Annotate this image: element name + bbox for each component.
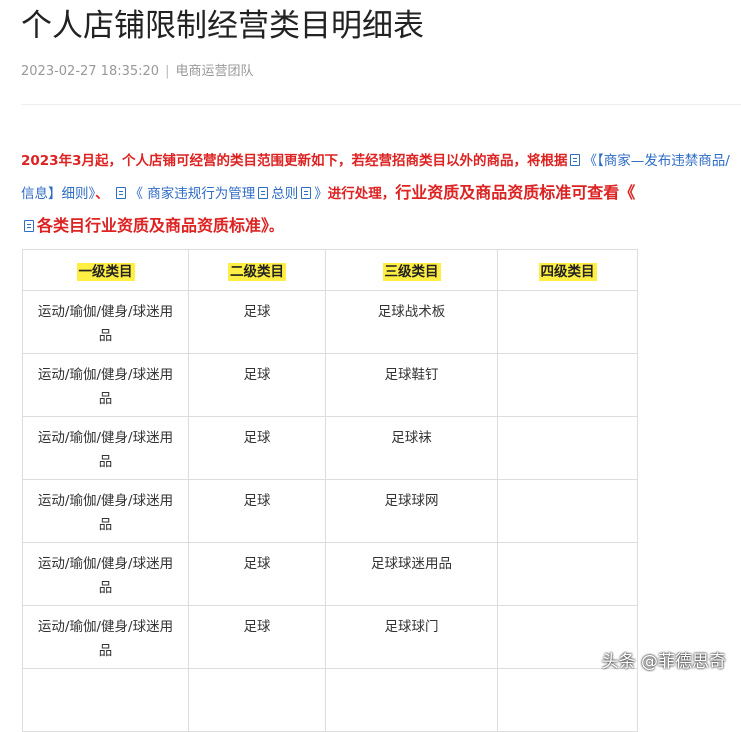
cell-level-2: 足球 [188,542,326,606]
article-meta: 2023-02-27 18:35:20 | 电商运营团队 [21,62,253,82]
intro-end: 。 [269,219,283,235]
cell-level-2: 足球 [188,416,326,480]
header-level-4: 四级类目 [497,249,638,291]
article-title: 个人店铺限制经营类目明细表 [21,8,424,44]
table-row: 运动/瑜伽/健身/球迷用品 足球 足球袜 [22,416,638,480]
cell-level-3: 足球球门 [325,605,498,669]
author-link[interactable]: 电商运营团队 [175,64,253,79]
cell-level-3: 足球球迷用品 [325,542,498,606]
cell-level-2: 足球 [188,353,326,417]
intro-text-2: 进行处理， [327,186,396,202]
table-row: 运动/瑜伽/健身/球迷用品 足球 足球鞋钉 [22,353,638,417]
cell-level-4 [497,353,638,417]
cell-level-1: 运动/瑜伽/健身/球迷用品 [22,353,189,417]
cell-level-1: 运动/瑜伽/健身/球迷用品 [22,479,189,543]
document-icon [258,187,269,199]
intro-paragraph: 2023年3月起，个人店铺可经营的类目范围更新如下，若经营招商类目以外的商品，将… [21,146,735,243]
document-icon [570,154,581,166]
cell-level-2: 足球 [188,290,326,354]
cell-level-4 [497,542,638,606]
cell-level-3: 足球袜 [325,416,498,480]
document-icon [301,187,312,199]
table-row [22,668,638,732]
cell-level-1: 运动/瑜伽/健身/球迷用品 [22,542,189,606]
qualification-link-open[interactable]: 《 [619,183,635,202]
cell-level-3: 足球战术板 [325,290,498,354]
cell-level-4 [497,668,638,732]
cell-level-2: 足球 [188,479,326,543]
cell-level-4 [497,479,638,543]
table-row: 运动/瑜伽/健身/球迷用品 足球 足球球网 [22,479,638,543]
cell-level-3: 足球球网 [325,479,498,543]
intro-text-3: 行业资质及商品资质标准可查看 [395,183,620,202]
meta-separator: | [165,64,170,79]
rule-link-violation-b[interactable]: 总则 [271,186,298,202]
qualification-link[interactable]: 各类目行业资质及商品资质标准》 [37,216,269,235]
cell-level-1: 运动/瑜伽/健身/球迷用品 [22,416,189,480]
cell-level-4 [497,416,638,480]
cell-level-4 [497,290,638,354]
table-row: 运动/瑜伽/健身/球迷用品 足球 足球战术板 [22,290,638,354]
intro-text-1: 2023年3月起，个人店铺可经营的类目范围更新如下，若经营招商类目以外的商品，将… [21,153,568,169]
cell-level-2: 足球 [188,605,326,669]
intro-comma: 、 [95,186,109,202]
category-table: 一级类目 二级类目 三级类目 四级类目 运动/瑜伽/健身/球迷用品 足球 足球战… [22,249,638,732]
header-level-1: 一级类目 [22,249,189,291]
rule-link-violation-a[interactable]: 《 商家违规行为管理 [129,186,255,202]
header-divider [21,104,741,105]
watermark: 头条 @菲德思奇 [601,652,726,672]
rule-link-violation-c[interactable]: 》 [314,186,328,202]
cell-level-3 [325,668,498,732]
cell-level-1 [22,668,189,732]
document-icon [24,220,34,232]
table-header-row: 一级类目 二级类目 三级类目 四级类目 [22,249,638,291]
cell-level-1: 运动/瑜伽/健身/球迷用品 [22,290,189,354]
cell-level-3: 足球鞋钉 [325,353,498,417]
table-row: 运动/瑜伽/健身/球迷用品 足球 足球球门 [22,605,638,669]
header-level-2: 二级类目 [188,249,326,291]
cell-level-1: 运动/瑜伽/健身/球迷用品 [22,605,189,669]
cell-level-2 [188,668,326,732]
document-icon [116,187,127,199]
table-row: 运动/瑜伽/健身/球迷用品 足球 足球球迷用品 [22,542,638,606]
publish-date: 2023-02-27 18:35:20 [21,64,160,79]
header-level-3: 三级类目 [325,249,498,291]
